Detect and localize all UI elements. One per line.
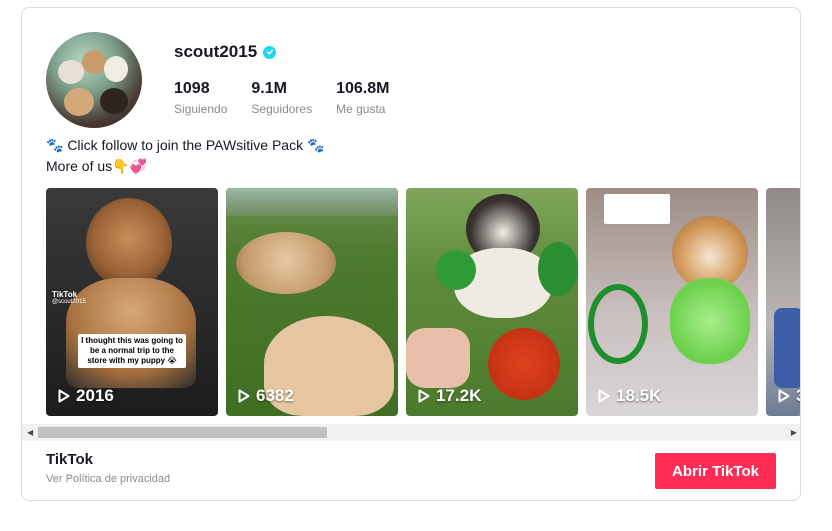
play-icon (418, 389, 430, 403)
stat-label: Seguidores (251, 102, 313, 116)
view-count-text: 6382 (256, 386, 294, 405)
view-count: 18.5K (598, 386, 661, 406)
dog-image (86, 198, 172, 288)
video-thumbnail[interactable]: 6382 (226, 188, 398, 416)
view-count-text: 18.5K (616, 386, 662, 405)
view-count-text: 2016 (76, 386, 114, 405)
dog-image (236, 232, 336, 294)
profile-stats: 1098 Siguiendo 9.1M Seguidores 106.8M Me… (174, 79, 389, 116)
video-thumbnail[interactable]: 18.5K (586, 188, 758, 416)
shamrock-image (588, 284, 648, 364)
stat-label: Siguiendo (174, 102, 228, 116)
shamrock-image (436, 250, 476, 290)
video-thumbnail[interactable]: 17.2K (406, 188, 578, 416)
shamrock-image (538, 242, 578, 296)
view-count: 2016 (58, 386, 114, 406)
video-thumbnail[interactable]: 3 (766, 188, 800, 416)
open-tiktok-button[interactable]: Abrir TikTok (655, 453, 776, 489)
avatar-dog-2 (82, 50, 106, 74)
tiktok-watermark: TikTok @scout2015 (52, 290, 86, 305)
video-thumbnail[interactable]: TikTok @scout2015 I thought this was goi… (46, 188, 218, 416)
watermark-brand: TikTok (52, 290, 78, 299)
privacy-link[interactable]: Ver Política de privacidad (46, 473, 170, 485)
scroll-right-arrow-icon[interactable]: ▶ (791, 428, 797, 437)
sticker-note-image (604, 194, 670, 224)
username[interactable]: scout2015 (174, 42, 257, 62)
watermark-handle: @scout2015 (52, 299, 86, 305)
play-icon (778, 389, 790, 403)
avatar-dog-4 (64, 88, 94, 116)
play-icon (238, 389, 250, 403)
orange-toy-image (488, 328, 560, 400)
view-count: 3 (778, 386, 800, 406)
stat-label: Me gusta (336, 102, 386, 116)
stat-value: 106.8M (336, 80, 390, 97)
stat-value: 9.1M (251, 80, 287, 97)
avatar-dog-1 (58, 60, 84, 84)
background-image (226, 188, 398, 216)
tiktok-embed-card: scout2015 1098 Siguiendo 9.1M Seguidores… (21, 7, 801, 501)
avatar-dog-3 (104, 56, 128, 82)
verified-badge-icon (263, 45, 277, 59)
stat-value: 1098 (174, 80, 210, 97)
dog-body-image (670, 278, 750, 364)
bio-line: More of us👇💞 (46, 158, 148, 174)
hand-image (406, 328, 470, 388)
play-icon (598, 389, 610, 403)
glove-image (774, 308, 800, 388)
view-count-text: 17.2K (436, 386, 482, 405)
avatar-dog-5 (100, 88, 128, 114)
footer-brand: TikTok (46, 451, 93, 468)
view-count: 17.2K (418, 386, 481, 406)
video-strip: TikTok @scout2015 I thought this was goi… (46, 188, 800, 416)
video-caption: I thought this was going to be a normal … (78, 334, 186, 368)
play-icon (58, 389, 70, 403)
username-row: scout2015 (174, 42, 277, 62)
stat-likes: 106.8M Me gusta (336, 79, 389, 116)
bio-line: 🐾 Click follow to join the PAWsitive Pac… (46, 137, 325, 153)
view-count: 6382 (238, 386, 294, 406)
scrollbar-thumb[interactable] (38, 427, 327, 438)
scroll-left-arrow-icon[interactable]: ◀ (27, 428, 33, 437)
stat-following: 1098 Siguiendo (174, 79, 227, 116)
stat-followers: 9.1M Seguidores (251, 79, 312, 116)
profile-bio: 🐾 Click follow to join the PAWsitive Pac… (46, 135, 324, 177)
avatar[interactable] (46, 32, 142, 128)
horizontal-scrollbar[interactable]: ◀ ▶ (22, 424, 800, 441)
view-count-text: 3 (796, 386, 800, 406)
